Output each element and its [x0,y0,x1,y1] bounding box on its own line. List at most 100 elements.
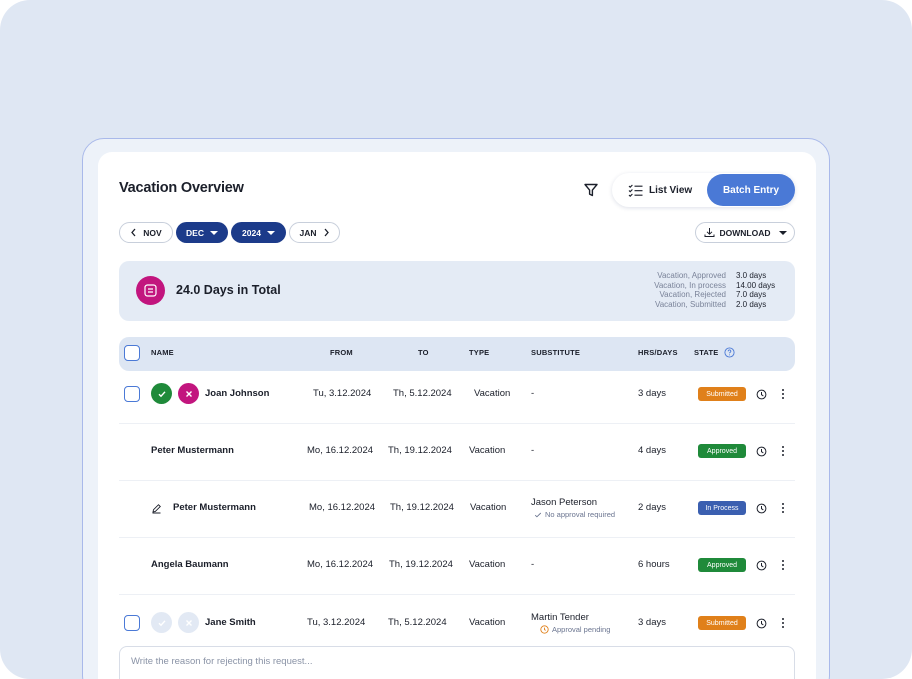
next-month-label: JAN [299,227,317,238]
status-badge: Submitted [698,387,746,401]
approval-note: Approval pending [540,625,610,634]
reject-button[interactable] [178,612,199,633]
duration: 6 hours [638,559,670,570]
row-checkbox[interactable] [124,386,140,402]
row-divider [119,537,795,538]
column-name[interactable]: NAME [151,348,174,357]
stat-value: 14.00 days [736,280,776,290]
duration: 4 days [638,445,666,456]
leave-type: Vacation [469,559,506,570]
employee-name: Joan Johnson [205,388,270,399]
to-date: Th, 5.12.2024 [393,388,452,399]
to-date: Th, 5.12.2024 [388,617,447,628]
approval-note: No approval required [534,510,615,519]
substitute: - [531,445,535,456]
caret-down-icon [209,230,218,235]
substitute: Martin Tender [531,612,589,623]
row-checkbox[interactable] [124,615,140,631]
check-icon [158,619,166,626]
close-icon [185,390,192,397]
status-badge: Submitted [698,616,746,630]
more-icon[interactable] [778,501,788,515]
month-select[interactable]: DEC [176,222,228,243]
duration: 3 days [638,388,666,399]
filter-icon[interactable] [582,181,600,199]
list-view-button[interactable]: List View [628,174,692,206]
column-to[interactable]: TO [418,348,429,357]
next-month-button[interactable]: JAN [289,222,340,243]
approve-button[interactable] [151,383,172,404]
column-type[interactable]: TYPE [469,348,489,357]
download-icon [704,228,714,237]
document-icon [136,276,165,305]
status-badge: Approved [698,444,746,458]
column-from[interactable]: FROM [330,348,353,357]
to-date: Th, 19.12.2024 [388,445,452,456]
status-badge: In Process [698,501,746,515]
row-divider [119,423,795,424]
from-date: Mo, 16.12.2024 [309,502,376,513]
reject-reason-input[interactable] [119,646,795,679]
employee-name: Peter Mustermann [173,502,256,513]
employee-name: Angela Baumann [151,559,229,570]
stat-value: 2.0 days [736,299,767,309]
clock-icon [540,625,549,634]
download-label: DOWNLOAD [719,227,771,238]
chevron-right-icon [324,228,329,237]
to-date: Th, 19.12.2024 [390,502,454,513]
help-icon[interactable] [724,347,735,358]
caret-down-icon [266,230,275,235]
select-all-checkbox[interactable] [124,345,140,361]
leave-type: Vacation [470,502,507,513]
stat-label: Vacation, Rejected [659,290,726,299]
stat-values: 3.0 days 14.00 days 7.0 days 2.0 days [736,271,775,309]
history-icon[interactable] [756,618,767,629]
column-hrs-days[interactable]: HRS/DAYS [638,348,678,357]
prev-month-label: NOV [143,227,162,238]
substitute: - [531,388,535,399]
history-icon[interactable] [756,389,767,400]
employee-name: Peter Mustermann [151,445,234,456]
history-icon[interactable] [756,560,767,571]
from-date: Mo, 16.12.2024 [307,559,374,570]
employee-name: Jane Smith [205,617,256,628]
caret-down-icon [778,230,787,235]
more-icon[interactable] [778,616,788,630]
year-select[interactable]: 2024 [231,222,286,243]
substitute: - [531,559,535,570]
approve-button[interactable] [151,612,172,633]
column-substitute[interactable]: SUBSTITUTE [531,348,580,357]
check-icon [534,512,542,517]
stat-label: Vacation, In process [654,280,726,290]
stat-label: Vacation, Submitted [654,299,726,309]
from-date: Tu, 3.12.2024 [307,617,366,628]
stat-value: 7.0 days [736,290,767,299]
to-date: Th, 19.12.2024 [389,559,453,570]
prev-month-button[interactable]: NOV [119,222,173,243]
history-icon[interactable] [756,446,767,457]
download-button[interactable]: DOWNLOAD [695,222,795,243]
pencil-icon[interactable] [151,503,162,514]
more-icon[interactable] [778,444,788,458]
list-view-label: List View [649,184,693,196]
page-title: Vacation Overview [119,180,244,196]
batch-entry-button[interactable]: Batch Entry [707,174,795,206]
more-icon[interactable] [778,558,788,572]
history-icon[interactable] [756,503,767,514]
row-divider [119,480,795,481]
stat-labels: Vacation, Approved Vacation, In process … [600,271,726,309]
close-icon [185,619,192,626]
list-icon [628,184,643,197]
row-divider [119,594,795,595]
year-label: 2024 [242,227,261,238]
approval-note-text: Approval pending [552,625,611,634]
column-state[interactable]: STATE [694,348,718,357]
leave-type: Vacation [469,617,506,628]
from-date: Mo, 16.12.2024 [307,445,374,456]
chevron-left-icon [131,228,136,237]
stat-label: Vacation, Approved [657,271,726,280]
reject-button[interactable] [178,383,199,404]
month-label: DEC [186,227,204,238]
stat-value: 3.0 days [736,271,767,280]
more-icon[interactable] [778,387,788,401]
